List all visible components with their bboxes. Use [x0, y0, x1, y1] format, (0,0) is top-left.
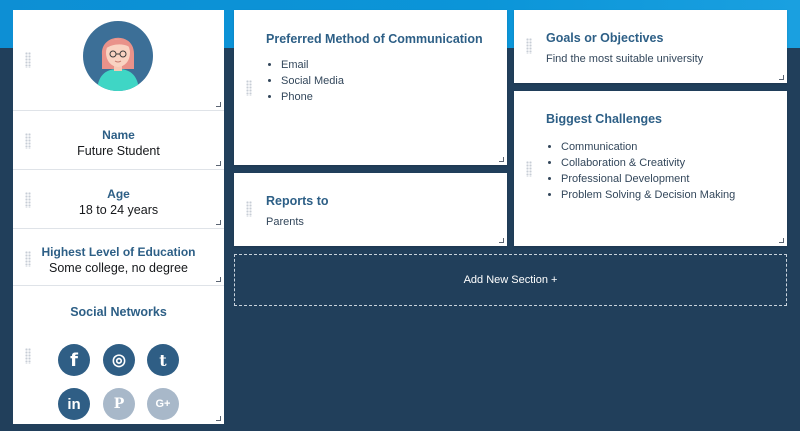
drag-handle-icon[interactable] — [526, 38, 532, 54]
drag-handle-icon[interactable] — [526, 161, 532, 177]
list-item: Communication — [561, 139, 735, 155]
age-value: 18 to 24 years — [78, 203, 159, 217]
add-new-section-button[interactable]: Add New Section + — [234, 254, 787, 306]
resize-handle-icon[interactable] — [216, 220, 221, 225]
drag-handle-icon[interactable] — [246, 201, 252, 217]
resize-handle-icon[interactable] — [499, 157, 504, 162]
name-value: Future Student — [77, 144, 160, 158]
name-field[interactable]: Name Future Student — [13, 111, 224, 170]
resize-handle-icon[interactable] — [779, 238, 784, 243]
challenges-list: Communication Collaboration & Creativity… — [561, 139, 735, 203]
challenges-card[interactable]: Biggest Challenges Communication Collabo… — [514, 91, 787, 246]
add-new-section-label: Add New Section + — [463, 274, 558, 286]
instagram-icon[interactable]: ◎ — [103, 344, 135, 376]
list-item: Email — [281, 57, 344, 73]
drag-handle-icon[interactable] — [25, 192, 31, 208]
goals-title: Goals or Objectives — [546, 31, 664, 45]
name-label: Name — [102, 128, 135, 142]
communication-title: Preferred Method of Communication — [266, 32, 483, 46]
communication-card[interactable]: Preferred Method of Communication Email … — [234, 10, 507, 165]
age-field[interactable]: Age 18 to 24 years — [13, 170, 224, 229]
facebook-icon[interactable]: f — [58, 344, 90, 376]
drag-handle-icon[interactable] — [25, 52, 31, 68]
drag-handle-icon[interactable] — [246, 80, 252, 96]
drag-handle-icon[interactable] — [25, 251, 31, 267]
avatar-illustration-icon — [97, 37, 139, 91]
education-field[interactable]: Highest Level of Education Some college,… — [13, 229, 224, 286]
education-value: Some college, no degree — [49, 261, 188, 275]
avatar-section — [13, 10, 224, 111]
communication-list: Email Social Media Phone — [281, 57, 344, 105]
linkedin-icon[interactable]: in — [58, 388, 90, 420]
age-label: Age — [107, 187, 130, 201]
twitter-icon[interactable]: t — [147, 344, 179, 376]
resize-handle-icon[interactable] — [216, 161, 221, 166]
avatar[interactable] — [83, 21, 153, 91]
list-item: Problem Solving & Decision Making — [561, 187, 735, 203]
education-label: Highest Level of Education — [41, 245, 196, 259]
google-plus-icon[interactable]: G+ — [147, 388, 179, 420]
resize-handle-icon[interactable] — [499, 238, 504, 243]
drag-handle-icon[interactable] — [25, 133, 31, 149]
challenges-title: Biggest Challenges — [546, 112, 662, 126]
resize-handle-icon[interactable] — [216, 102, 221, 107]
social-networks-title: Social Networks — [70, 305, 167, 319]
reports-text: Parents — [266, 216, 304, 228]
pinterest-icon[interactable]: P — [103, 388, 135, 420]
list-item: Collaboration & Creativity — [561, 155, 735, 171]
resize-handle-icon[interactable] — [216, 416, 221, 421]
list-item: Professional Development — [561, 171, 735, 187]
persona-column: Name Future Student Age 18 to 24 years H… — [13, 10, 224, 424]
reports-title: Reports to — [266, 194, 329, 208]
goals-card[interactable]: Goals or Objectives Find the most suitab… — [514, 10, 787, 83]
social-networks-section: Social Networks f ◎ t in P G+ — [13, 286, 224, 424]
goals-text: Find the most suitable university — [546, 53, 704, 65]
resize-handle-icon[interactable] — [216, 277, 221, 282]
list-item: Phone — [281, 89, 344, 105]
resize-handle-icon[interactable] — [779, 75, 784, 80]
drag-handle-icon[interactable] — [25, 348, 31, 364]
reports-card[interactable]: Reports to Parents — [234, 173, 507, 246]
list-item: Social Media — [281, 73, 344, 89]
